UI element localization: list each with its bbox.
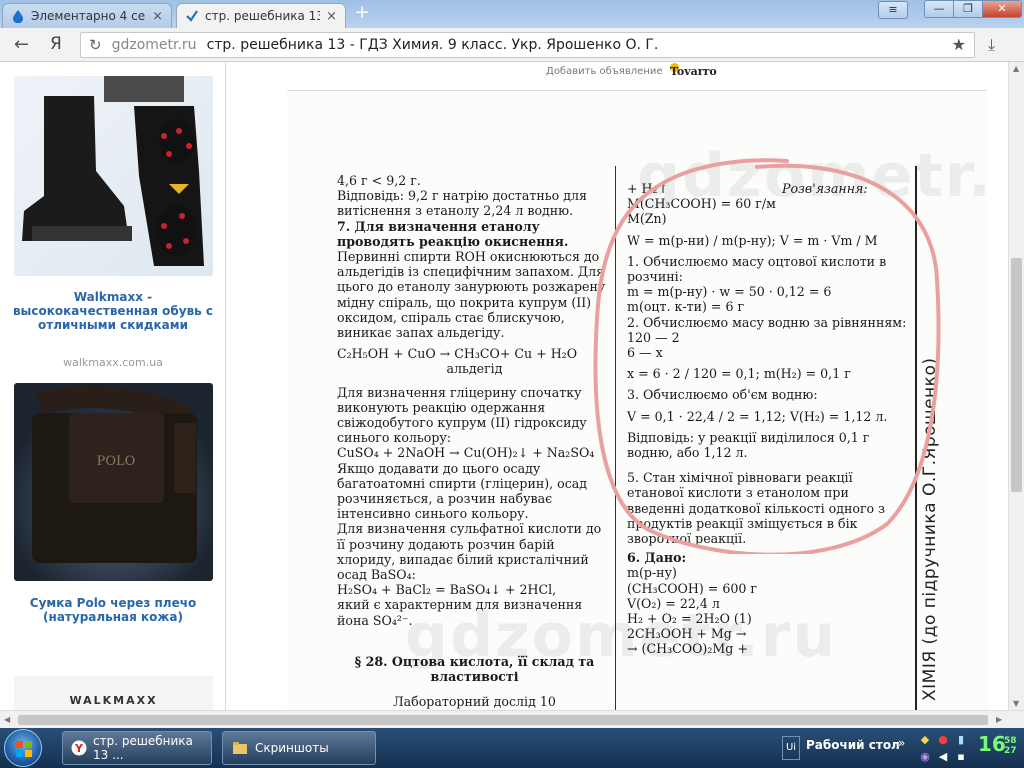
tovarro-brand[interactable]: Tovarro	[670, 65, 717, 78]
star-icon[interactable]: ★	[952, 35, 966, 54]
bag-ad-image[interactable]: POLO	[14, 383, 213, 581]
ad-walkmaxx-title[interactable]: Walkmaxx - высококачественная обувь с от…	[8, 290, 218, 332]
scan-line: Для визначення гліцерину спочатку викону…	[337, 384, 587, 446]
taskbar-ui-button[interactable]: Ui	[782, 736, 800, 760]
clock-minutes[interactable]: 58 27	[1004, 736, 1017, 756]
maximize-button[interactable]: ❐	[953, 0, 983, 18]
yandex-browser-icon: Y	[71, 739, 87, 757]
windows-logo-icon	[16, 741, 32, 757]
horizontal-scroll-thumb[interactable]	[18, 715, 988, 725]
vertical-scroll-thumb[interactable]	[1011, 258, 1022, 492]
horizontal-scrollbar[interactable]: ◀ ▶	[0, 710, 1024, 728]
messenger-icon[interactable]: ◉	[918, 750, 932, 764]
clock-hour[interactable]: 16	[978, 734, 1006, 754]
close-icon[interactable]: ×	[326, 9, 337, 24]
tab-title: Элементарно 4 сезо	[31, 9, 147, 23]
ad-walkmaxx-domain[interactable]: walkmaxx.com.ua	[0, 356, 226, 369]
left-column: 4,6 г < 9,2 г. Відповідь: 9,2 г натрію д…	[337, 173, 612, 710]
vertical-scrollbar[interactable]: ▲ ▼	[1008, 62, 1024, 710]
scan-line: V(O₂) = 22,4 л	[627, 595, 720, 611]
address-page-title: стр. решебника 13 - ГДЗ Химия. 9 класс. …	[206, 37, 659, 53]
start-button[interactable]	[4, 729, 42, 767]
scan-line: альдегід	[446, 361, 503, 377]
power-icon[interactable]: ▪	[954, 750, 968, 764]
network-icon[interactable]: ▮	[954, 733, 968, 747]
scan-line: Первинні спирти ROH окиснюються до альде…	[337, 249, 606, 341]
svg-text:Y: Y	[74, 742, 84, 755]
textbook-scan: gdzometr.ru gdzometr.ru 4,6 г < 9,2 г. В…	[287, 90, 987, 710]
scan-line: Якщо додавати до цього осаду багатоатомн…	[337, 460, 588, 522]
browser-toolbar: ← Я ↻ gdzometr.ru стр. решебника 13 - ГД…	[0, 28, 1024, 62]
tab-title: стр. решебника 13 - Г	[205, 9, 320, 23]
page-content: Walkmaxx - высококачественная обувь с от…	[0, 62, 1008, 710]
download-icon[interactable]: ⤓	[988, 35, 995, 55]
scan-line: 2CH₃OOH + Mg →	[627, 626, 747, 642]
scan-line: 7. Для визначення етанолу проводять реак…	[337, 218, 569, 249]
chevron-icon[interactable]: »	[898, 736, 905, 750]
drop-icon	[11, 9, 25, 23]
minimize-button[interactable]: —	[924, 0, 954, 18]
add-ad-link[interactable]: Добавить объявление	[546, 66, 663, 77]
clock-sec: 27	[1004, 746, 1017, 756]
taskbar: Y стр. решебника 13 ... Скриншоты Ui Раб…	[0, 728, 1024, 768]
desktop-toolbar[interactable]: Рабочий стол	[806, 738, 900, 752]
hand-drawn-circle	[593, 158, 941, 554]
ad-sidebar: Walkmaxx - высококачественная обувь с от…	[0, 62, 226, 710]
taskbar-item-label: Скриншоты	[255, 741, 329, 755]
folder-icon	[231, 739, 249, 757]
tab-elementarno[interactable]: Элементарно 4 сезо ×	[2, 3, 172, 28]
scan-line: 4,6 г < 9,2 г.	[337, 173, 421, 188]
scan-line: (CH₃COOH) = 600 г	[627, 580, 757, 596]
scan-line: Для визначення сульфатної кислоти до її …	[337, 521, 602, 583]
antivirus-icon[interactable]: ●	[936, 733, 950, 747]
menu-button[interactable]: ≡	[878, 1, 908, 19]
svg-text:POLO: POLO	[97, 454, 136, 469]
close-icon[interactable]: ×	[152, 9, 163, 24]
taskbar-browser[interactable]: Y стр. решебника 13 ...	[62, 731, 212, 765]
taskbar-item-label: стр. решебника 13 ...	[93, 734, 193, 762]
scan-line: який є характерним для визначення йона S…	[337, 597, 583, 628]
scan-line: → (CH₃COO)₂Mg +	[627, 641, 748, 657]
shield-icon[interactable]: ◆	[918, 733, 932, 747]
scan-line: m(р-ну)	[627, 565, 677, 581]
boot-ad-image[interactable]	[14, 76, 213, 276]
scroll-left-icon[interactable]: ◀	[4, 715, 10, 724]
volume-icon[interactable]: ◀	[936, 750, 950, 764]
scan-equation: CuSO₄ + 2NaOH → Cu(OH)₂↓ + Na₂SO₄	[337, 445, 595, 461]
address-bar[interactable]: ↻ gdzometr.ru стр. решебника 13 - ГДЗ Хи…	[80, 32, 975, 58]
scroll-down-icon[interactable]: ▼	[1013, 699, 1019, 708]
scroll-up-icon[interactable]: ▲	[1013, 64, 1019, 73]
close-window-button[interactable]: ✕	[982, 0, 1022, 18]
tab-reshebnik[interactable]: стр. решебника 13 - Г ×	[176, 3, 346, 28]
address-domain: gdzometr.ru	[111, 37, 197, 53]
checkmark-icon	[185, 9, 199, 23]
tab-bar: Элементарно 4 сезо × стр. решебника 13 -…	[0, 0, 1024, 28]
scan-line: Лабораторний дослід 10	[393, 694, 556, 710]
clock-min: 58	[1004, 736, 1017, 746]
scan-equation: H₂SO₄ + BaCl₂ = BaSO₄↓ + 2HCl,	[337, 582, 557, 598]
reload-icon[interactable]: ↻	[89, 36, 102, 54]
back-arrow-icon[interactable]: ←	[14, 34, 29, 55]
ad-polo-title[interactable]: Сумка Polo через плечо (натуральная кожа…	[8, 596, 218, 624]
new-tab-button[interactable]: +	[352, 4, 372, 23]
scan-equation: C₂H₅OH + CuO → CH₃CO+ Cu + H₂O	[337, 346, 578, 362]
scan-heading: § 28. Оцтова кислота, її склад та власти…	[354, 653, 595, 685]
ad-walkmaxx-banner[interactable]: WALKMAXX	[14, 676, 213, 710]
scan-line: H₂ + O₂ = 2H₂O (1)	[627, 611, 752, 627]
scroll-right-icon[interactable]: ▶	[996, 715, 1002, 724]
scan-line: Відповідь: 9,2 г натрію достатньо для ви…	[337, 188, 587, 219]
taskbar-folder[interactable]: Скриншоты	[222, 731, 376, 765]
yandex-logo-icon[interactable]: Я	[50, 34, 62, 54]
